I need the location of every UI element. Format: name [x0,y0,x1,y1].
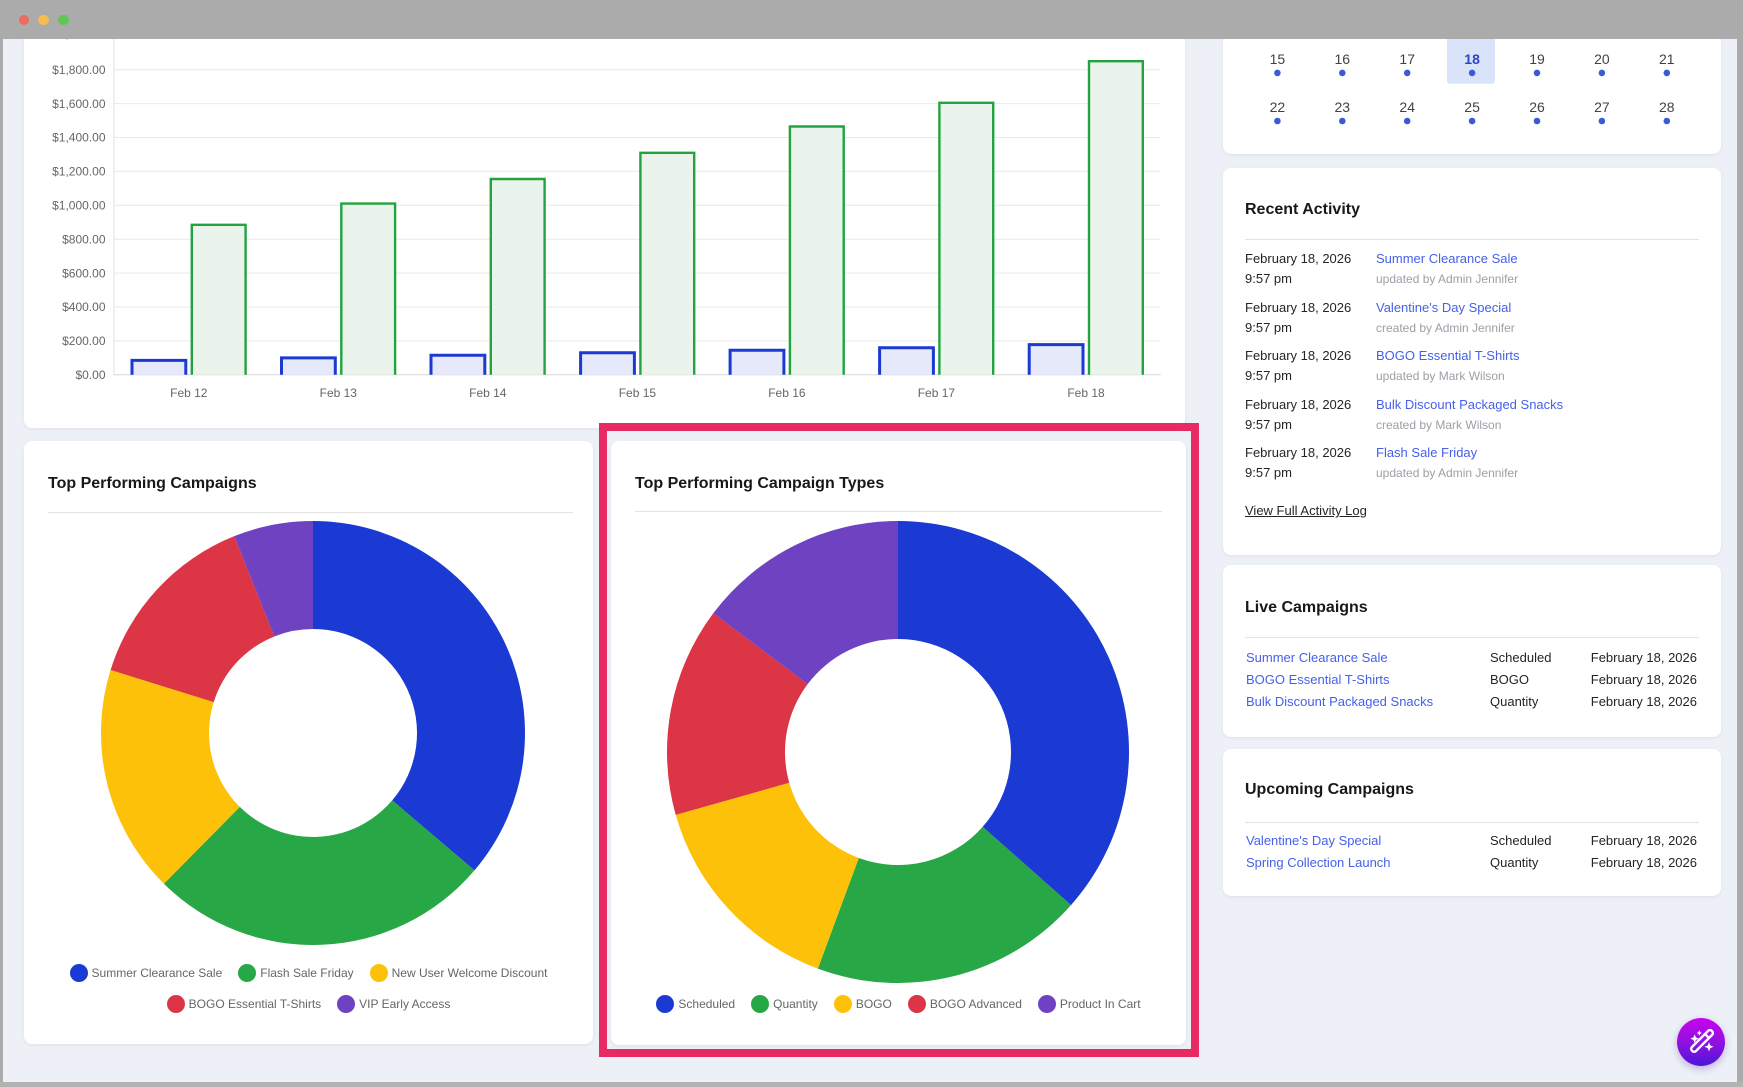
svg-text:$1,600.00: $1,600.00 [52,97,106,111]
svg-text:24: 24 [1399,99,1415,115]
svg-text:23: 23 [1335,99,1351,115]
svg-text:$1,000.00: $1,000.00 [52,199,106,213]
svg-text:19: 19 [1529,51,1545,67]
svg-text:15: 15 [1270,51,1286,67]
svg-text:$1,200.00: $1,200.00 [52,165,106,179]
svg-text:Feb 17: Feb 17 [918,386,956,400]
svg-text:Feb 14: Feb 14 [469,386,507,400]
svg-text:21: 21 [1659,51,1675,67]
svg-text:28: 28 [1659,99,1675,115]
svg-text:18: 18 [1464,51,1480,67]
svg-text:Feb 18: Feb 18 [1067,386,1105,400]
svg-text:27: 27 [1594,99,1610,115]
svg-text:$0.00: $0.00 [75,368,105,382]
svg-text:Feb 12: Feb 12 [170,386,208,400]
svg-text:26: 26 [1529,99,1545,115]
svg-text:$400.00: $400.00 [62,300,106,314]
svg-text:$200.00: $200.00 [62,334,106,348]
svg-text:17: 17 [1399,51,1415,67]
svg-text:20: 20 [1594,51,1610,67]
svg-text:$1,800.00: $1,800.00 [52,63,106,77]
svg-text:Feb 16: Feb 16 [768,386,806,400]
svg-text:22: 22 [1270,99,1286,115]
svg-text:16: 16 [1335,51,1351,67]
svg-text:Feb 15: Feb 15 [619,386,657,400]
svg-text:$1,400.00: $1,400.00 [52,131,106,145]
svg-text:$2,000.00: $2,000.00 [52,39,106,41]
svg-text:25: 25 [1464,99,1480,115]
svg-text:Feb 13: Feb 13 [320,386,358,400]
svg-text:$800.00: $800.00 [62,232,106,246]
svg-text:$600.00: $600.00 [62,266,106,280]
